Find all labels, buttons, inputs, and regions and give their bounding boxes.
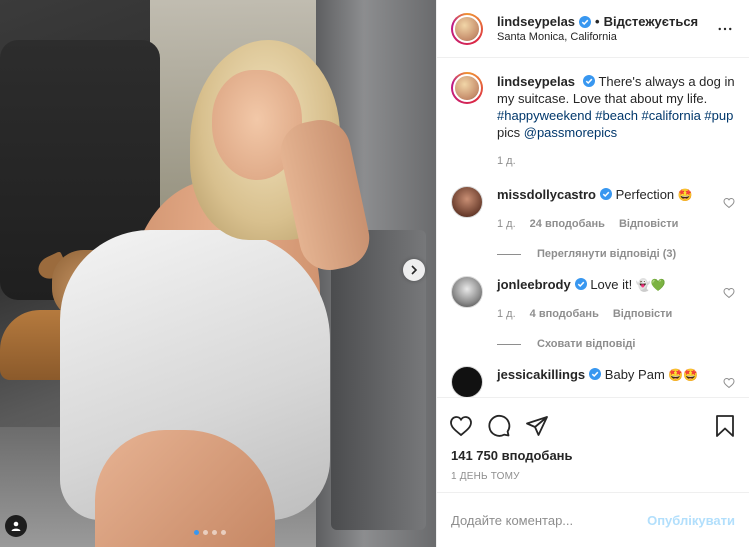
comment-emoji: 👻💚 [635, 278, 666, 292]
commenter-avatar[interactable] [451, 366, 483, 397]
verified-badge-icon [600, 188, 612, 200]
post-actions: 141 750 вподобань 1 ДЕНЬ ТОМУ [437, 397, 749, 492]
verified-badge-icon [589, 368, 602, 380]
comment-icon[interactable] [487, 414, 511, 438]
user-tag-icon[interactable] [5, 515, 27, 537]
caption-username[interactable]: lindseypelas [497, 74, 575, 89]
comment-like-heart-icon[interactable] [723, 196, 735, 209]
view-replies-label[interactable]: Переглянути відповіді (3) [537, 248, 676, 260]
more-icon[interactable] [713, 17, 737, 41]
author-avatar[interactable] [451, 12, 483, 45]
chevron-right-icon[interactable] [403, 259, 425, 281]
hide-replies-label[interactable]: Сховати відповіді [537, 338, 635, 350]
header-separator: • [595, 14, 600, 29]
hide-replies-button[interactable]: Сховати відповіді [497, 338, 735, 350]
post-location[interactable]: Santa Monica, California [497, 31, 713, 43]
comment-like-heart-icon[interactable] [723, 286, 735, 299]
carousel-dot [203, 530, 208, 535]
post-date[interactable]: 1 ДЕНЬ ТОМУ [449, 463, 737, 492]
comment-composer: Опублікувати [437, 492, 749, 547]
caption-mention[interactable]: @passmorepics [524, 125, 617, 140]
bookmark-icon[interactable] [713, 414, 737, 438]
carousel-dot [221, 530, 226, 535]
comment-time[interactable]: 1 д. [497, 306, 516, 323]
verified-badge-icon [574, 278, 587, 290]
commenter-avatar[interactable] [451, 186, 483, 218]
comments-list[interactable]: lindseypelas There's always a dog in my … [437, 58, 749, 397]
following-button[interactable]: Відстежується [604, 14, 699, 29]
comment-emoji: 🤩 [677, 188, 693, 202]
comment-username[interactable]: missdollycastro [497, 187, 596, 202]
comment-text: Love it! [590, 277, 633, 292]
post-side-panel: lindseypelas • Відстежується Santa Monic… [436, 0, 749, 547]
post-header: lindseypelas • Відстежується Santa Monic… [437, 0, 749, 58]
reply-button[interactable]: Відповісти [613, 306, 672, 323]
caption-hashtags[interactable]: #happyweekend #beach #california #pup [497, 108, 733, 123]
comment-item: missdollycastro Perfection 🤩 1 д. 24 впо… [451, 186, 735, 233]
carousel-dot [194, 530, 199, 535]
comment-text: Baby Pam [604, 367, 665, 382]
comment-input[interactable] [451, 512, 648, 528]
heart-icon[interactable] [449, 414, 473, 438]
verified-badge-icon [579, 15, 592, 28]
commenter-avatar[interactable] [451, 276, 483, 308]
comment-emoji: 🤩🤩 [668, 368, 699, 382]
author-username[interactable]: lindseypelas [497, 14, 575, 29]
verified-badge-icon [583, 75, 596, 87]
caption-tail: pics [497, 125, 521, 140]
comment-likes[interactable]: 24 вподобань [530, 216, 605, 233]
post-modal: lindseypelas • Відстежується Santa Monic… [0, 0, 749, 547]
caption: lindseypelas There's always a dog in my … [451, 72, 735, 170]
comment-item: jessicakillings Baby Pam 🤩🤩 [451, 366, 735, 397]
comment-username[interactable]: jonleebrody [497, 277, 571, 292]
likes-count[interactable]: 141 750 вподобань [449, 446, 737, 463]
comment-text: Perfection [615, 187, 675, 202]
share-icon[interactable] [525, 414, 549, 438]
carousel-dots [194, 530, 226, 535]
post-photo[interactable] [0, 0, 436, 547]
caption-avatar[interactable] [451, 72, 483, 104]
publish-button[interactable]: Опублікувати [647, 513, 735, 528]
caption-time[interactable]: 1 д. [497, 153, 516, 170]
comment-like-heart-icon[interactable] [723, 376, 735, 389]
carousel-dot [212, 530, 217, 535]
view-replies-button[interactable]: Переглянути відповіді (3) [497, 248, 735, 260]
comment-item: jonleebrody Love it! 👻💚 1 д. 4 вподобань… [451, 276, 735, 323]
comment-username[interactable]: jessicakillings [497, 367, 585, 382]
comment-likes[interactable]: 4 вподобань [530, 306, 599, 323]
reply-button[interactable]: Відповісти [619, 216, 678, 233]
comment-time[interactable]: 1 д. [497, 216, 516, 233]
